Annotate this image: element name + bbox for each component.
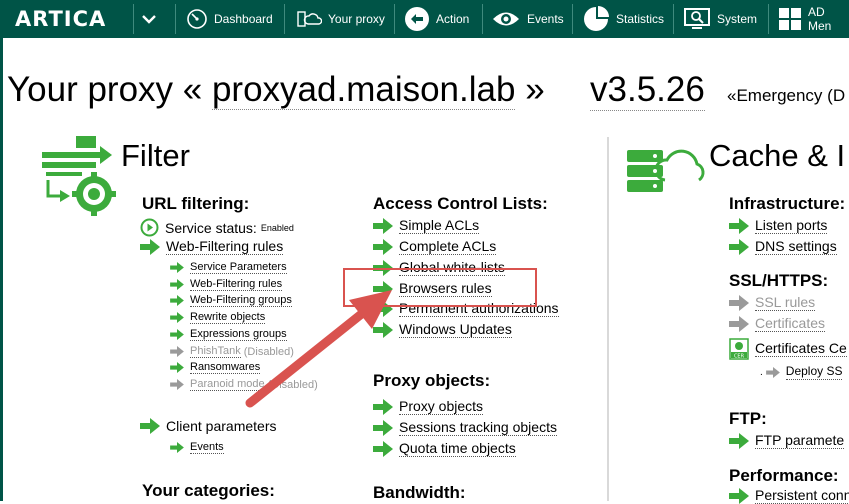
performance-item[interactable]: Persistent conn: [729, 488, 849, 504]
ftp-parameters-link[interactable]: FTP paramete: [755, 433, 845, 449]
ssl-item[interactable]: Certificates: [729, 316, 826, 332]
arrow-right-grey-icon: [729, 295, 749, 311]
arrow-right-grey-icon: [729, 316, 749, 332]
persistent-connections-link[interactable]: Persistent conn: [755, 488, 849, 504]
ftp-heading: FTP:: [729, 409, 767, 428]
cache-server-cloud-icon: [625, 140, 705, 201]
ftp-item[interactable]: FTP paramete: [729, 433, 845, 449]
infrastructure-heading: Infrastructure:: [729, 194, 846, 213]
ssl-sub-item[interactable]: . Deploy SS: [760, 364, 843, 380]
arrow-right-icon: [729, 488, 749, 504]
arrow-right-grey-icon: [765, 366, 780, 378]
infrastructure-item[interactable]: DNS settings: [729, 239, 837, 255]
arrow-right-icon: [729, 239, 749, 255]
infrastructure-item[interactable]: Listen ports: [729, 218, 828, 234]
ssl-rules-link[interactable]: SSL rules: [755, 295, 816, 311]
deploy-ssl-link[interactable]: Deploy SS: [785, 364, 843, 380]
ssl-heading: SSL/HTTPS:: [729, 271, 829, 290]
ssl-item[interactable]: CER Certificates Ce: [729, 338, 847, 360]
certificates-link[interactable]: Certificates: [755, 316, 826, 332]
listen-ports-link[interactable]: Listen ports: [755, 218, 828, 234]
certificates-center-link[interactable]: Certificates Ce: [755, 341, 847, 357]
arrow-right-icon: [729, 433, 749, 449]
annotation-arrow-icon: [245, 290, 392, 408]
arrow-right-icon: [729, 218, 749, 234]
svg-text:CER: CER: [734, 354, 745, 360]
dns-settings-link[interactable]: DNS settings: [755, 239, 837, 255]
ssl-item[interactable]: SSL rules: [729, 295, 816, 311]
certificate-icon: CER: [729, 338, 749, 360]
column-divider: [607, 137, 609, 501]
cache-section-title: Cache & I: [709, 138, 846, 173]
performance-heading: Performance:: [729, 466, 839, 485]
